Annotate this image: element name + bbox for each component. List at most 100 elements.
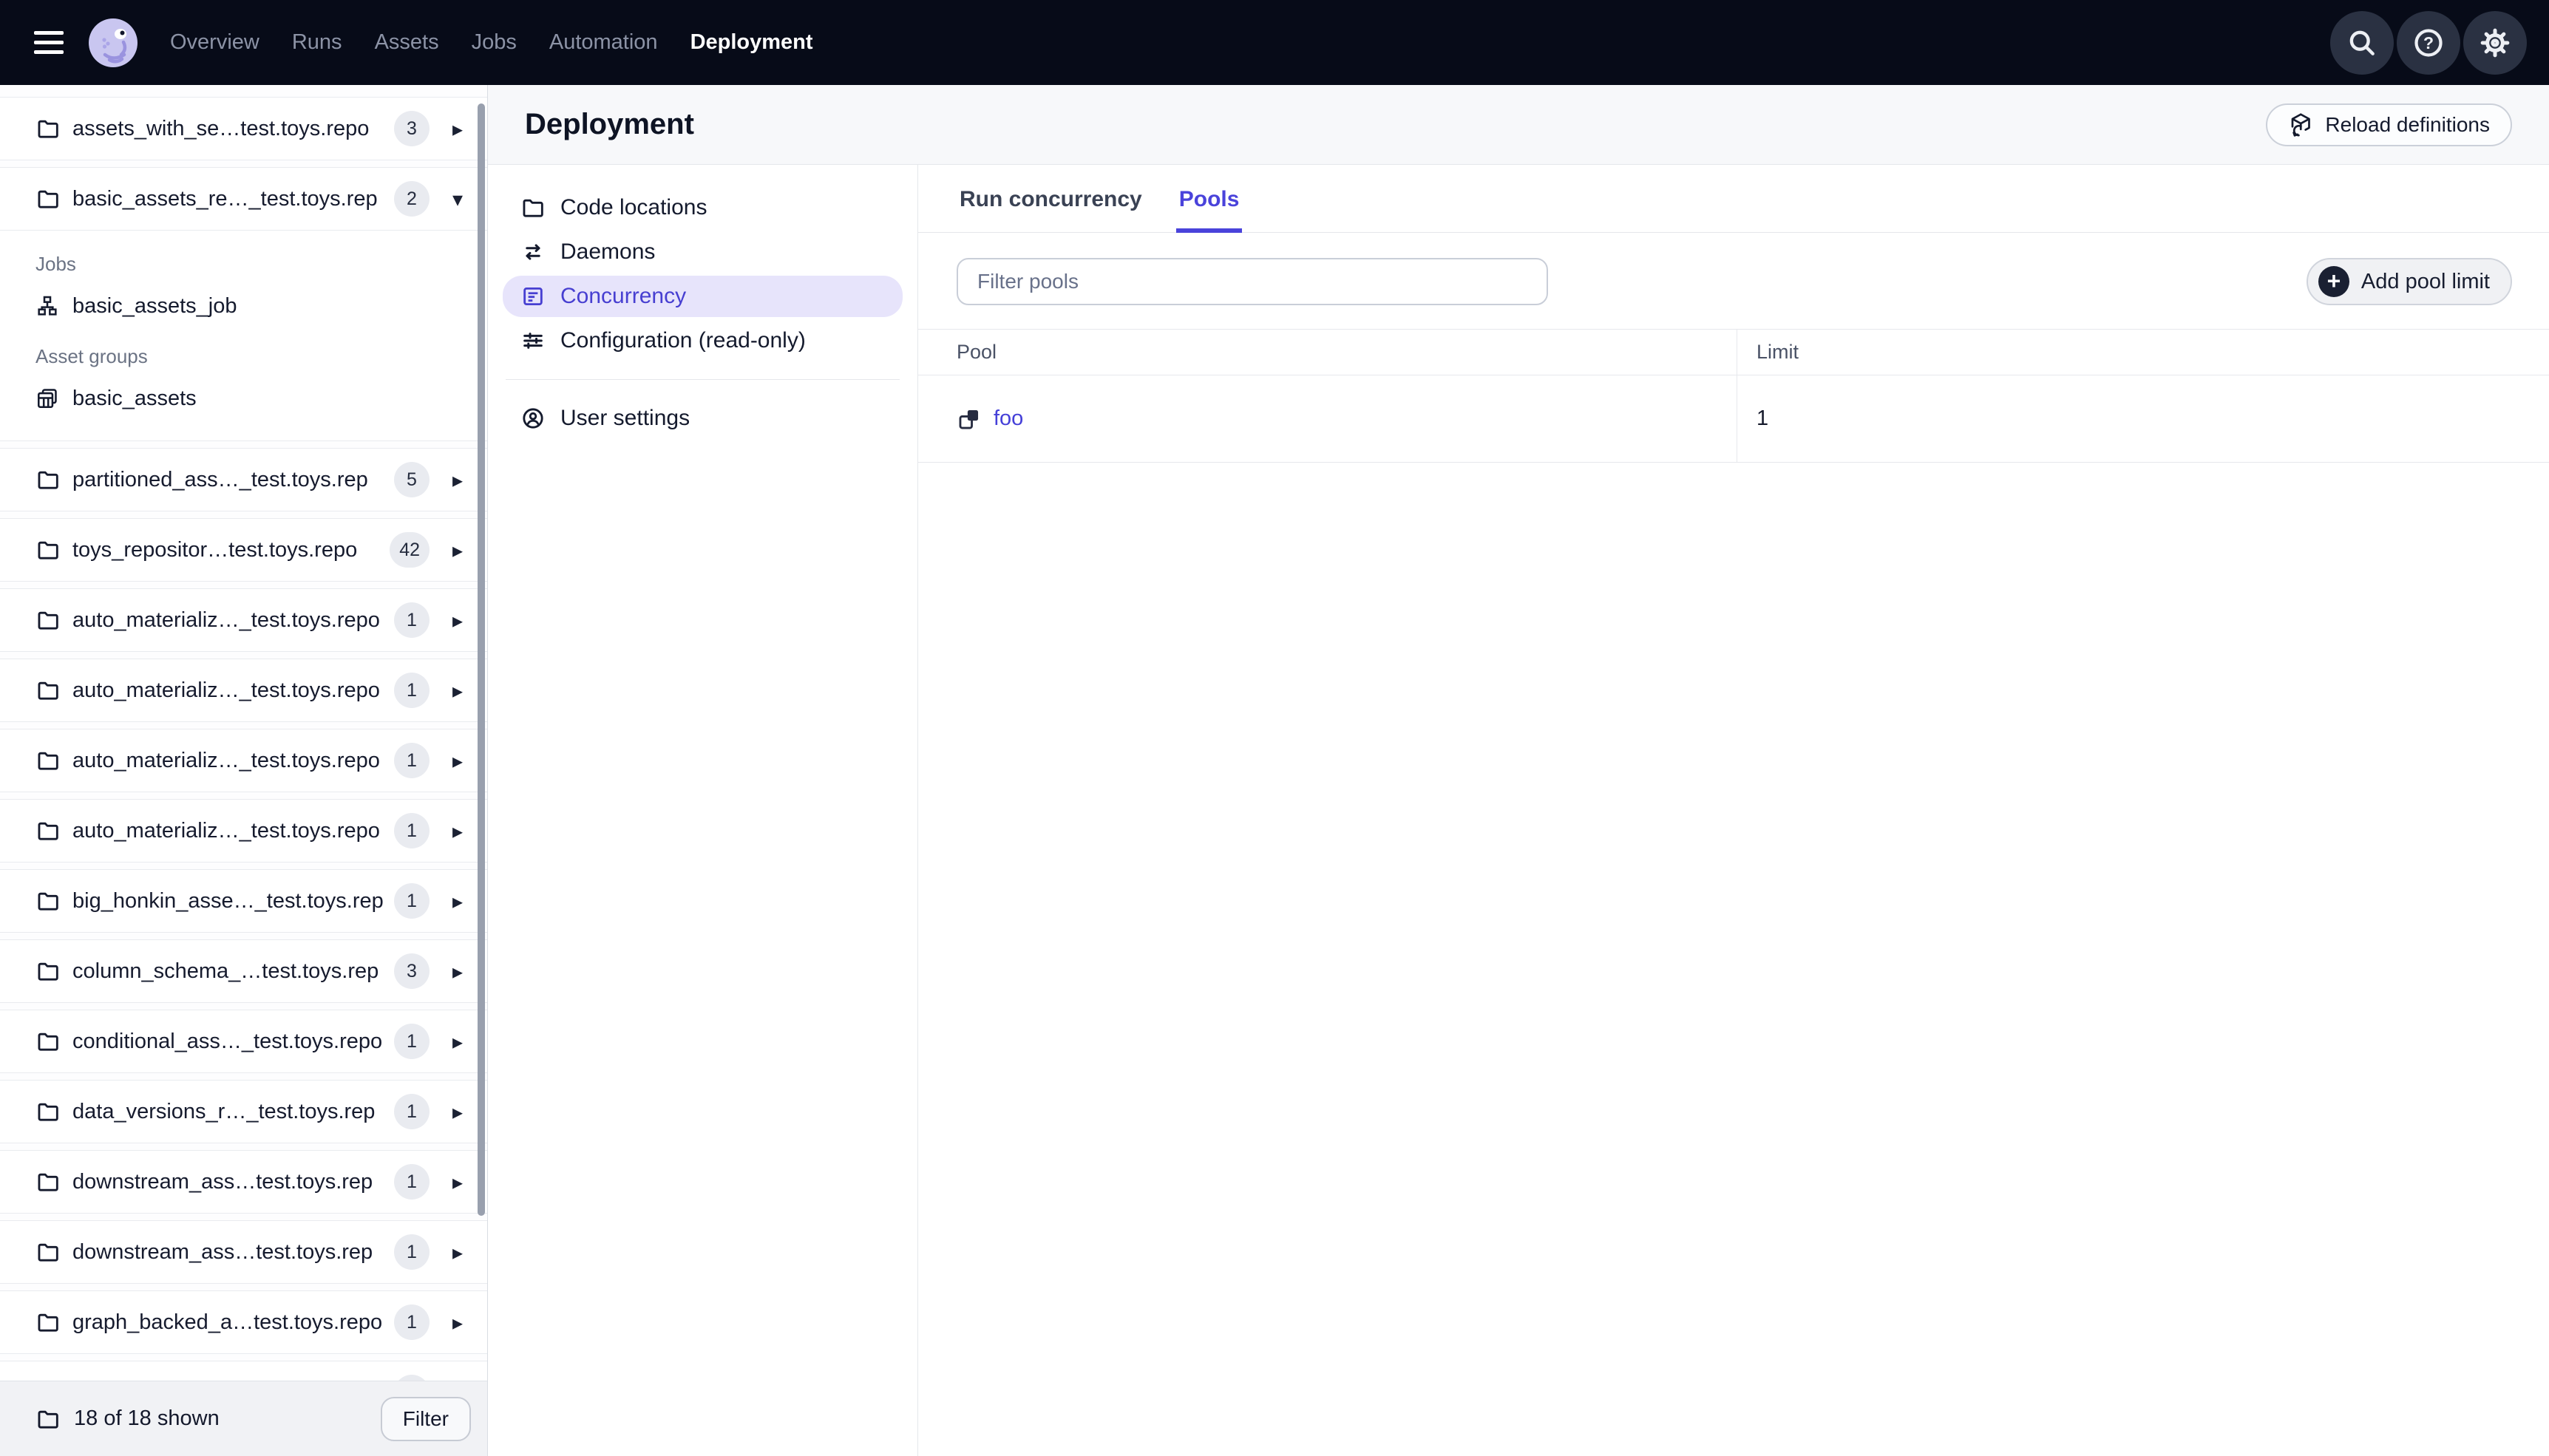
- pool-table-row: foo 1: [918, 375, 2549, 463]
- repo-row[interactable]: basic_assets_re…_test.toys.rep 2 ▾: [0, 167, 487, 231]
- expand-caret-icon[interactable]: ▸: [446, 1310, 469, 1335]
- nav-item-deployment[interactable]: Deployment: [690, 30, 813, 55]
- repo-label: downstream_ass…test.toys.rep: [72, 1239, 373, 1264]
- folder-icon: [38, 962, 58, 981]
- repo-row[interactable]: long_asset_keys_…test.toys.re 1 ▸: [0, 1361, 487, 1381]
- repo-row[interactable]: conditional_ass…_test.toys.repo 1 ▸: [0, 1010, 487, 1073]
- repo-label: partitioned_ass…_test.toys.rep: [72, 467, 368, 491]
- add-pool-limit-label: Add pool limit: [2360, 269, 2490, 293]
- repo-count-badge: 1: [394, 673, 430, 708]
- settings-item-label: User settings: [560, 406, 690, 430]
- tab-run-concurrency[interactable]: Run concurrency: [957, 165, 1145, 233]
- settings-item-label: Daemons: [560, 239, 656, 264]
- dagster-logo-icon: [89, 18, 138, 67]
- help-button[interactable]: ?: [2397, 10, 2460, 75]
- repo-row[interactable]: auto_materializ…_test.toys.repo 1 ▸: [0, 799, 487, 863]
- repo-count-badge: 1: [394, 602, 430, 638]
- repo-row[interactable]: partitioned_ass…_test.toys.rep 5 ▸: [0, 448, 487, 511]
- settings-item-user-settings[interactable]: User settings: [503, 398, 903, 439]
- repo-count-badge: 1: [394, 813, 430, 848]
- nav-item-runs[interactable]: Runs: [292, 30, 342, 55]
- repo-row[interactable]: auto_materializ…_test.toys.repo 1 ▸: [0, 729, 487, 792]
- collapse-caret-icon[interactable]: ▾: [446, 187, 469, 211]
- repo-row[interactable]: assets_with_se…test.toys.repo 3 ▸: [0, 97, 487, 160]
- folder-icon: [38, 822, 58, 840]
- repo-row[interactable]: graph_backed_a…test.toys.repo 1 ▸: [0, 1290, 487, 1354]
- pool-link[interactable]: foo: [957, 406, 1023, 432]
- sidebar-item-job[interactable]: basic_assets_job: [35, 283, 469, 329]
- nav-item-overview[interactable]: Overview: [170, 30, 259, 55]
- settings-item-daemons[interactable]: Daemons: [503, 231, 903, 273]
- expand-caret-icon[interactable]: ▸: [446, 538, 469, 562]
- settings-button[interactable]: [2463, 10, 2527, 75]
- expand-caret-icon[interactable]: ▸: [446, 959, 469, 984]
- page-header: Deployment Reload definitions: [488, 85, 2549, 165]
- nav-item-jobs[interactable]: Jobs: [472, 30, 517, 55]
- expand-caret-icon[interactable]: ▸: [446, 749, 469, 773]
- user-icon: [523, 408, 543, 429]
- repo-row[interactable]: downstream_ass…test.toys.rep 1 ▸: [0, 1220, 487, 1284]
- repo-label: data_versions_r…_test.toys.rep: [72, 1099, 376, 1123]
- repo-count-badge: 1: [394, 1375, 430, 1381]
- settings-item-code-locations[interactable]: Code locations: [503, 187, 903, 228]
- sidebar-scrollbar[interactable]: [478, 103, 485, 1216]
- gear-icon: [2480, 28, 2510, 57]
- filter-pools-input[interactable]: [957, 258, 1548, 305]
- search-icon: [2349, 30, 2375, 55]
- folder-icon: [38, 471, 58, 489]
- expand-caret-icon[interactable]: ▸: [446, 608, 469, 633]
- repo-label: auto_materializ…_test.toys.repo: [72, 748, 380, 772]
- nav-item-automation[interactable]: Automation: [549, 30, 658, 55]
- add-pool-limit-button[interactable]: + Add pool limit: [2306, 258, 2512, 305]
- folder-icon: [38, 541, 58, 559]
- repo-row[interactable]: column_schema_…test.toys.rep 3 ▸: [0, 939, 487, 1003]
- reload-definitions-button[interactable]: Reload definitions: [2266, 103, 2512, 146]
- main-content: Deployment Reload definitions Code locat…: [488, 85, 2549, 1456]
- settings-item-configuration[interactable]: Configuration (read-only): [503, 320, 903, 361]
- reload-definitions-label: Reload definitions: [2325, 112, 2490, 136]
- svg-text:?: ?: [2423, 33, 2434, 52]
- folder-icon: [38, 1410, 58, 1429]
- repo-count-badge: 1: [394, 743, 430, 778]
- repo-row[interactable]: auto_materializ…_test.toys.repo 1 ▸: [0, 588, 487, 652]
- expand-caret-icon[interactable]: ▸: [446, 1030, 469, 1054]
- repo-count-badge: 1: [394, 1024, 430, 1059]
- repo-label: auto_materializ…_test.toys.repo: [72, 678, 380, 702]
- tab-pools[interactable]: Pools: [1175, 165, 1243, 233]
- repo-count-badge: 1: [394, 1234, 430, 1270]
- pools-toolbar: + Add pool limit: [918, 233, 2549, 305]
- asset-group-icon: [38, 389, 57, 409]
- concurrency-panel: Run concurrency Pools + Add pool limit P…: [918, 165, 2549, 1456]
- repo-count-badge: 1: [394, 1094, 430, 1129]
- jobs-section-label: Jobs: [35, 253, 76, 275]
- expand-caret-icon[interactable]: ▸: [446, 889, 469, 914]
- repo-label: auto_materializ…_test.toys.repo: [72, 818, 380, 843]
- folder-icon: [38, 892, 58, 911]
- expand-caret-icon[interactable]: ▸: [446, 819, 469, 843]
- repo-row[interactable]: big_honkin_asse…_test.toys.rep 1 ▸: [0, 869, 487, 933]
- settings-item-concurrency[interactable]: Concurrency: [503, 276, 903, 317]
- settings-item-label: Configuration (read-only): [560, 328, 806, 353]
- expand-caret-icon[interactable]: ▸: [446, 1100, 469, 1124]
- repo-count-badge: 2: [394, 181, 430, 217]
- sidebar-filter-button[interactable]: Filter: [380, 1396, 471, 1441]
- repo-row[interactable]: data_versions_r…_test.toys.rep 1 ▸: [0, 1080, 487, 1143]
- repo-row[interactable]: auto_materializ…_test.toys.repo 1 ▸: [0, 659, 487, 722]
- expand-caret-icon[interactable]: ▸: [446, 1170, 469, 1194]
- asset-groups-section-label: Asset groups: [35, 345, 148, 367]
- expand-caret-icon[interactable]: ▸: [446, 678, 469, 703]
- repo-row[interactable]: toys_repositor…test.toys.repo 42 ▸: [0, 518, 487, 582]
- expand-caret-icon[interactable]: ▸: [446, 117, 469, 141]
- repo-row[interactable]: downstream_ass…test.toys.rep 1 ▸: [0, 1150, 487, 1214]
- settings-item-label: Code locations: [560, 195, 707, 220]
- expand-caret-icon[interactable]: ▸: [446, 1240, 469, 1265]
- sidebar-item-asset-group[interactable]: basic_assets: [35, 375, 469, 421]
- nav-item-assets[interactable]: Assets: [375, 30, 439, 55]
- search-button[interactable]: [2330, 10, 2394, 75]
- top-nav: Overview Runs Assets Jobs Automation Dep…: [0, 0, 2549, 85]
- help-icon: ?: [2414, 28, 2443, 57]
- concurrency-icon: [523, 287, 543, 306]
- menu-hamburger-icon[interactable]: [22, 13, 81, 72]
- repo-label: assets_with_se…test.toys.repo: [72, 116, 370, 140]
- expand-caret-icon[interactable]: ▸: [446, 468, 469, 492]
